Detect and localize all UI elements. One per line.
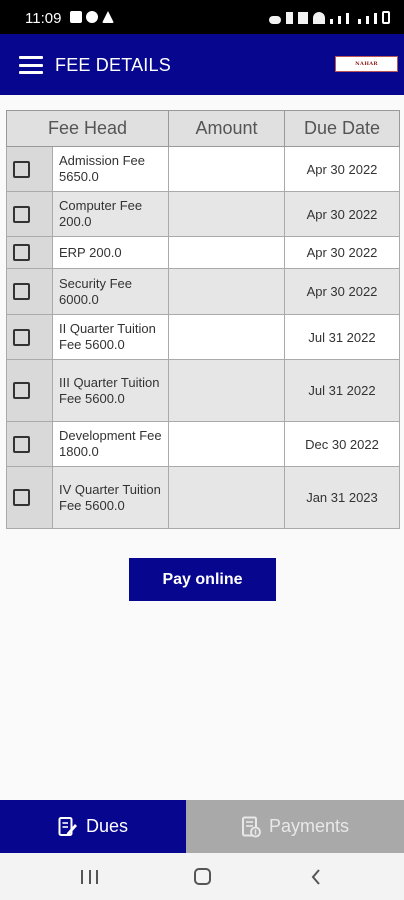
table-row: III Quarter Tuition Fee 5600.0 Jul 31 20… xyxy=(6,359,400,422)
status-bar: 11:09 xyxy=(0,0,404,34)
tab-payments[interactable]: Payments xyxy=(186,800,404,853)
signal-bar xyxy=(330,19,333,24)
amount-cell xyxy=(168,268,285,315)
fee-head-cell: Computer Fee 200.0 xyxy=(52,191,169,237)
whatsapp-icon xyxy=(86,11,98,23)
recents-icon[interactable] xyxy=(81,870,98,884)
row-checkbox-cell xyxy=(6,314,53,360)
due-date-cell: Dec 30 2022 xyxy=(284,421,400,467)
back-icon[interactable] xyxy=(311,869,321,885)
fee-head-cell: Security Fee 6000.0 xyxy=(52,268,169,315)
row-checkbox[interactable] xyxy=(13,435,30,453)
home-icon[interactable] xyxy=(194,868,211,885)
due-date-cell: Apr 30 2022 xyxy=(284,236,400,269)
table-row: Security Fee 6000.0 Apr 30 2022 xyxy=(6,268,400,315)
row-checkbox-cell xyxy=(6,236,53,269)
due-date-cell: Apr 30 2022 xyxy=(284,191,400,237)
column-header-due-date: Due Date xyxy=(284,110,400,147)
signal-bar xyxy=(366,16,369,24)
school-logo: NAHAR xyxy=(335,56,398,72)
table-row: II Quarter Tuition Fee 5600.0 Jul 31 202… xyxy=(6,314,400,360)
row-checkbox[interactable] xyxy=(13,328,30,346)
row-checkbox-cell xyxy=(6,359,53,422)
row-checkbox[interactable] xyxy=(13,382,30,400)
row-checkbox[interactable] xyxy=(13,283,30,301)
fee-head-cell: IV Quarter Tuition Fee 5600.0 xyxy=(52,466,169,529)
bottom-tab-bar: Dues Payments xyxy=(0,800,404,853)
page-title: FEE DETAILS xyxy=(55,55,171,75)
fee-head-cell: ERP 200.0 xyxy=(52,236,169,269)
table-row: Computer Fee 200.0 Apr 30 2022 xyxy=(6,191,400,237)
amount-cell xyxy=(168,146,285,192)
row-checkbox-cell xyxy=(6,268,53,315)
amount-cell xyxy=(168,236,285,269)
tab-dues-label: Dues xyxy=(85,816,129,836)
mute-icon xyxy=(298,12,308,24)
gallery-icon xyxy=(70,11,82,23)
notification-icons xyxy=(70,11,114,23)
pay-online-button[interactable]: Pay online xyxy=(129,558,276,601)
warning-icon xyxy=(102,11,114,23)
amount-cell xyxy=(168,359,285,422)
receipt-icon xyxy=(241,816,261,837)
row-checkbox-cell xyxy=(6,146,53,192)
table-header-row: Fee Head Amount Due Date xyxy=(6,110,400,147)
row-checkbox-cell xyxy=(6,191,53,237)
fee-table: Fee Head Amount Due Date Admission Fee 5… xyxy=(6,110,400,529)
table-row: Development Fee 1800.0 Dec 30 2022 xyxy=(6,421,400,467)
status-time: 11:09 xyxy=(25,10,62,27)
signal-bar xyxy=(346,13,349,24)
fee-head-cell: Admission Fee 5650.0 xyxy=(52,146,169,192)
edit-document-icon xyxy=(58,816,77,836)
school-logo-text: NAHAR xyxy=(355,61,378,67)
amount-cell xyxy=(168,314,285,360)
fee-head-cell: III Quarter Tuition Fee 5600.0 xyxy=(52,359,169,422)
row-checkbox[interactable] xyxy=(13,205,30,223)
column-header-fee-head: Fee Head xyxy=(6,110,169,147)
column-header-amount: Amount xyxy=(168,110,285,147)
fee-head-cell: Development Fee 1800.0 xyxy=(52,421,169,467)
row-checkbox[interactable] xyxy=(13,244,30,262)
system-icons xyxy=(269,11,390,24)
table-row: IV Quarter Tuition Fee 5600.0 Jan 31 202… xyxy=(6,466,400,529)
due-date-cell: Jul 31 2022 xyxy=(284,359,400,422)
due-date-cell: Apr 30 2022 xyxy=(284,268,400,315)
tab-payments-label: Payments xyxy=(268,816,350,836)
row-checkbox-cell xyxy=(6,421,53,467)
row-checkbox[interactable] xyxy=(13,160,30,178)
amount-cell xyxy=(168,466,285,529)
system-nav-bar xyxy=(0,853,404,900)
row-checkbox-cell xyxy=(6,466,53,529)
wifi-icon xyxy=(313,12,325,24)
due-date-cell: Jul 31 2022 xyxy=(284,314,400,360)
hamburger-menu-icon[interactable] xyxy=(19,56,43,74)
bluetooth-icon xyxy=(286,12,293,24)
tab-dues[interactable]: Dues xyxy=(0,800,186,853)
fee-head-cell: II Quarter Tuition Fee 5600.0 xyxy=(52,314,169,360)
amount-cell xyxy=(168,191,285,237)
app-bar: FEE DETAILS NAHAR xyxy=(0,34,404,95)
amount-cell xyxy=(168,421,285,467)
table-row: Admission Fee 5650.0 Apr 30 2022 xyxy=(6,146,400,192)
due-date-cell: Jan 31 2023 xyxy=(284,466,400,529)
table-row: ERP 200.0 Apr 30 2022 xyxy=(6,236,400,269)
due-date-cell: Apr 30 2022 xyxy=(284,146,400,192)
battery-icon xyxy=(382,11,390,24)
signal-bar xyxy=(338,16,341,24)
link-icon xyxy=(269,16,281,24)
signal-bar xyxy=(374,13,377,24)
row-checkbox[interactable] xyxy=(13,489,30,507)
signal-bar xyxy=(358,19,361,24)
